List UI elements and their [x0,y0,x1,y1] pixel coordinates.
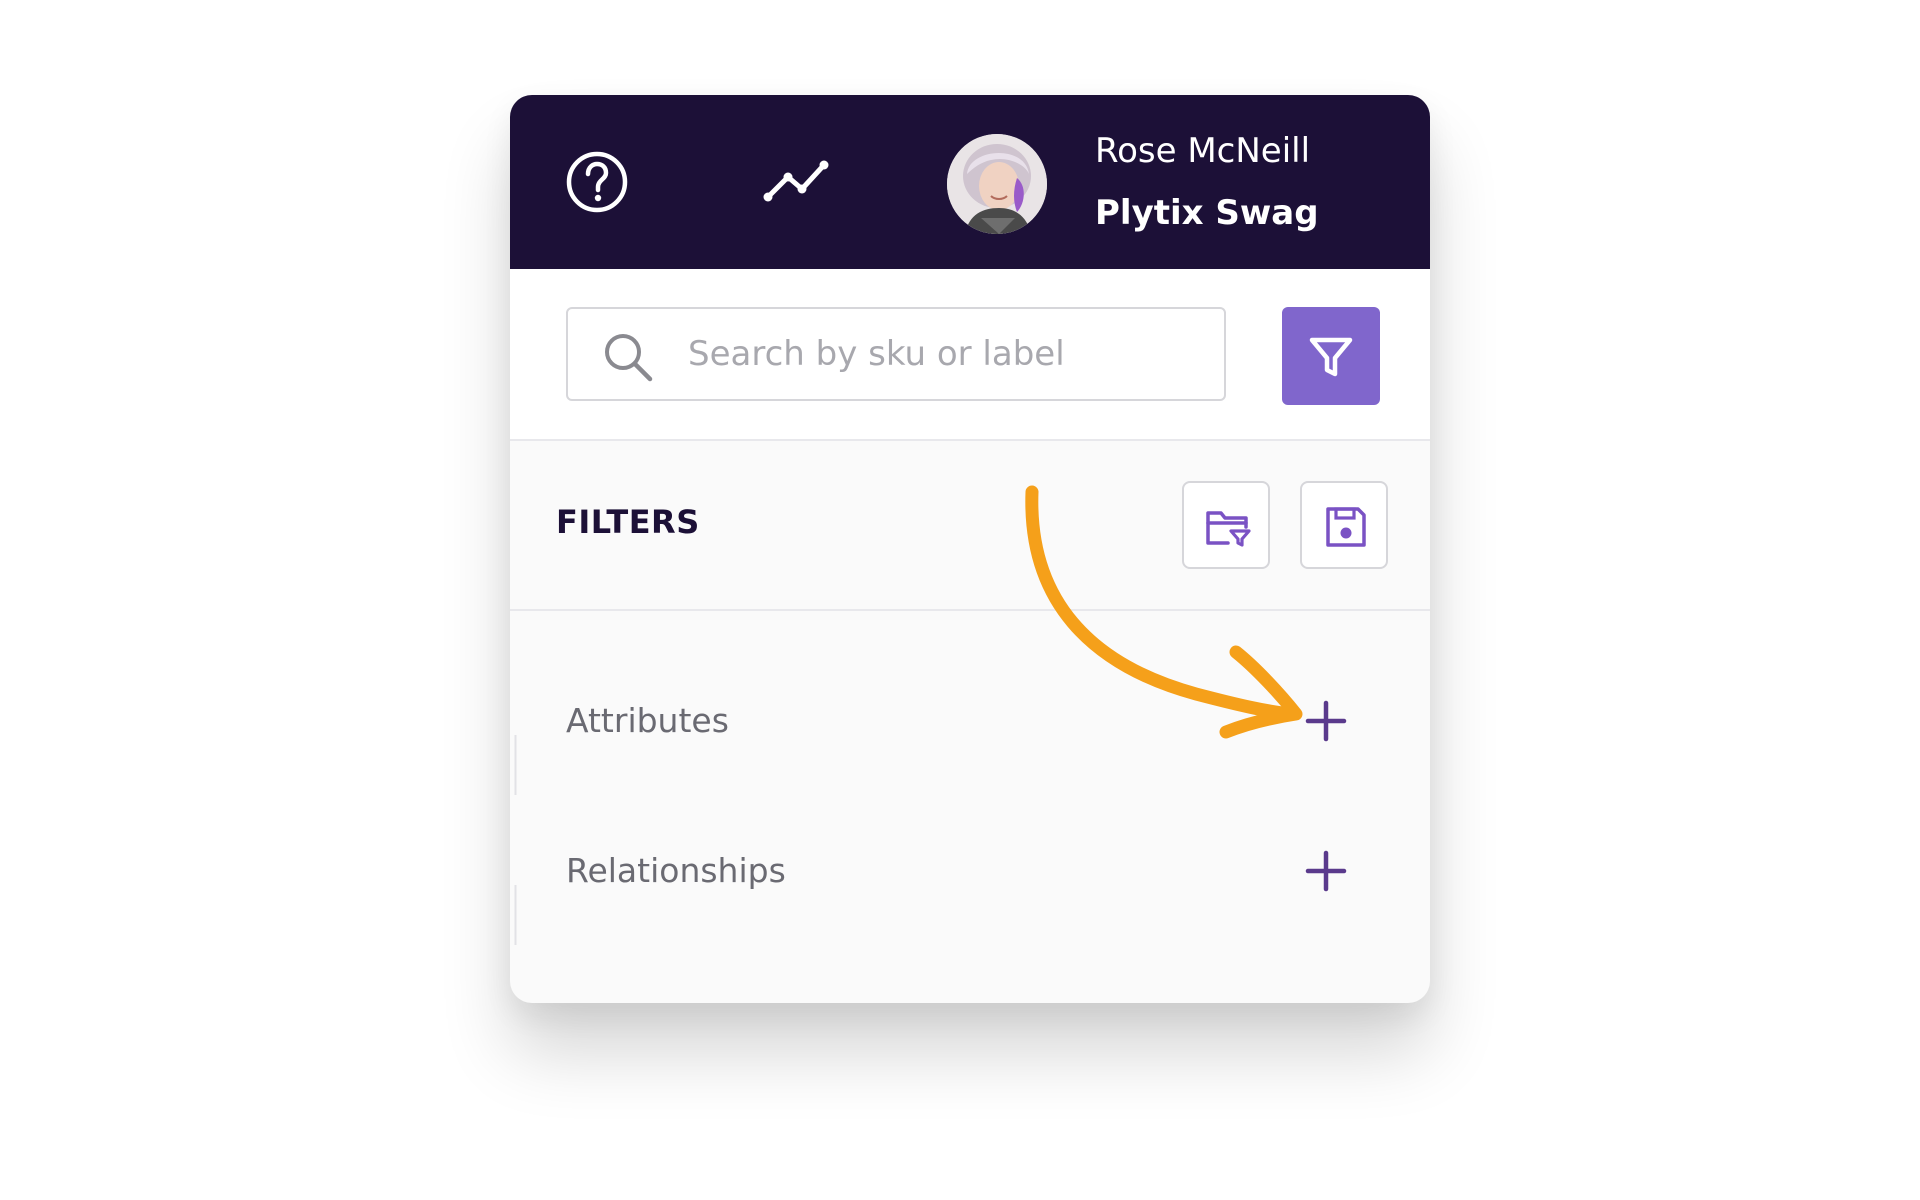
save-icon [1326,507,1366,547]
analytics-icon[interactable] [760,155,834,207]
avatar-image [947,134,1047,234]
funnel-icon [1309,337,1353,377]
left-edge-ticks [514,735,517,945]
filter-row-attributes: Attributes [510,655,1430,795]
relationships-label: Relationships [566,851,786,890]
add-relationship-plus-icon[interactable] [1302,847,1350,895]
filters-header: FILTERS [510,441,1430,611]
user-name: Rose McNeill [1095,131,1311,171]
filter-row-relationships: Relationships [510,805,1430,945]
search-area [510,269,1430,441]
filters-title: FILTERS [556,503,700,541]
folder-filter-icon [1206,511,1251,547]
add-attribute-plus-icon[interactable] [1302,697,1350,745]
top-bar: Rose McNeill Plytix Swag [510,95,1430,269]
filter-toggle-button[interactable] [1282,307,1380,405]
search-input[interactable] [688,325,1208,383]
search-box[interactable] [566,307,1226,401]
attributes-label: Attributes [566,701,729,740]
help-icon[interactable] [565,150,629,214]
save-filter-button[interactable] [1300,481,1388,569]
search-icon [605,334,653,382]
load-saved-filters-button[interactable] [1182,481,1270,569]
filters-panel: Rose McNeill Plytix Swag FILTERS [510,95,1430,1003]
company-name[interactable]: Plytix Swag [1095,193,1319,233]
avatar[interactable] [947,134,1047,234]
